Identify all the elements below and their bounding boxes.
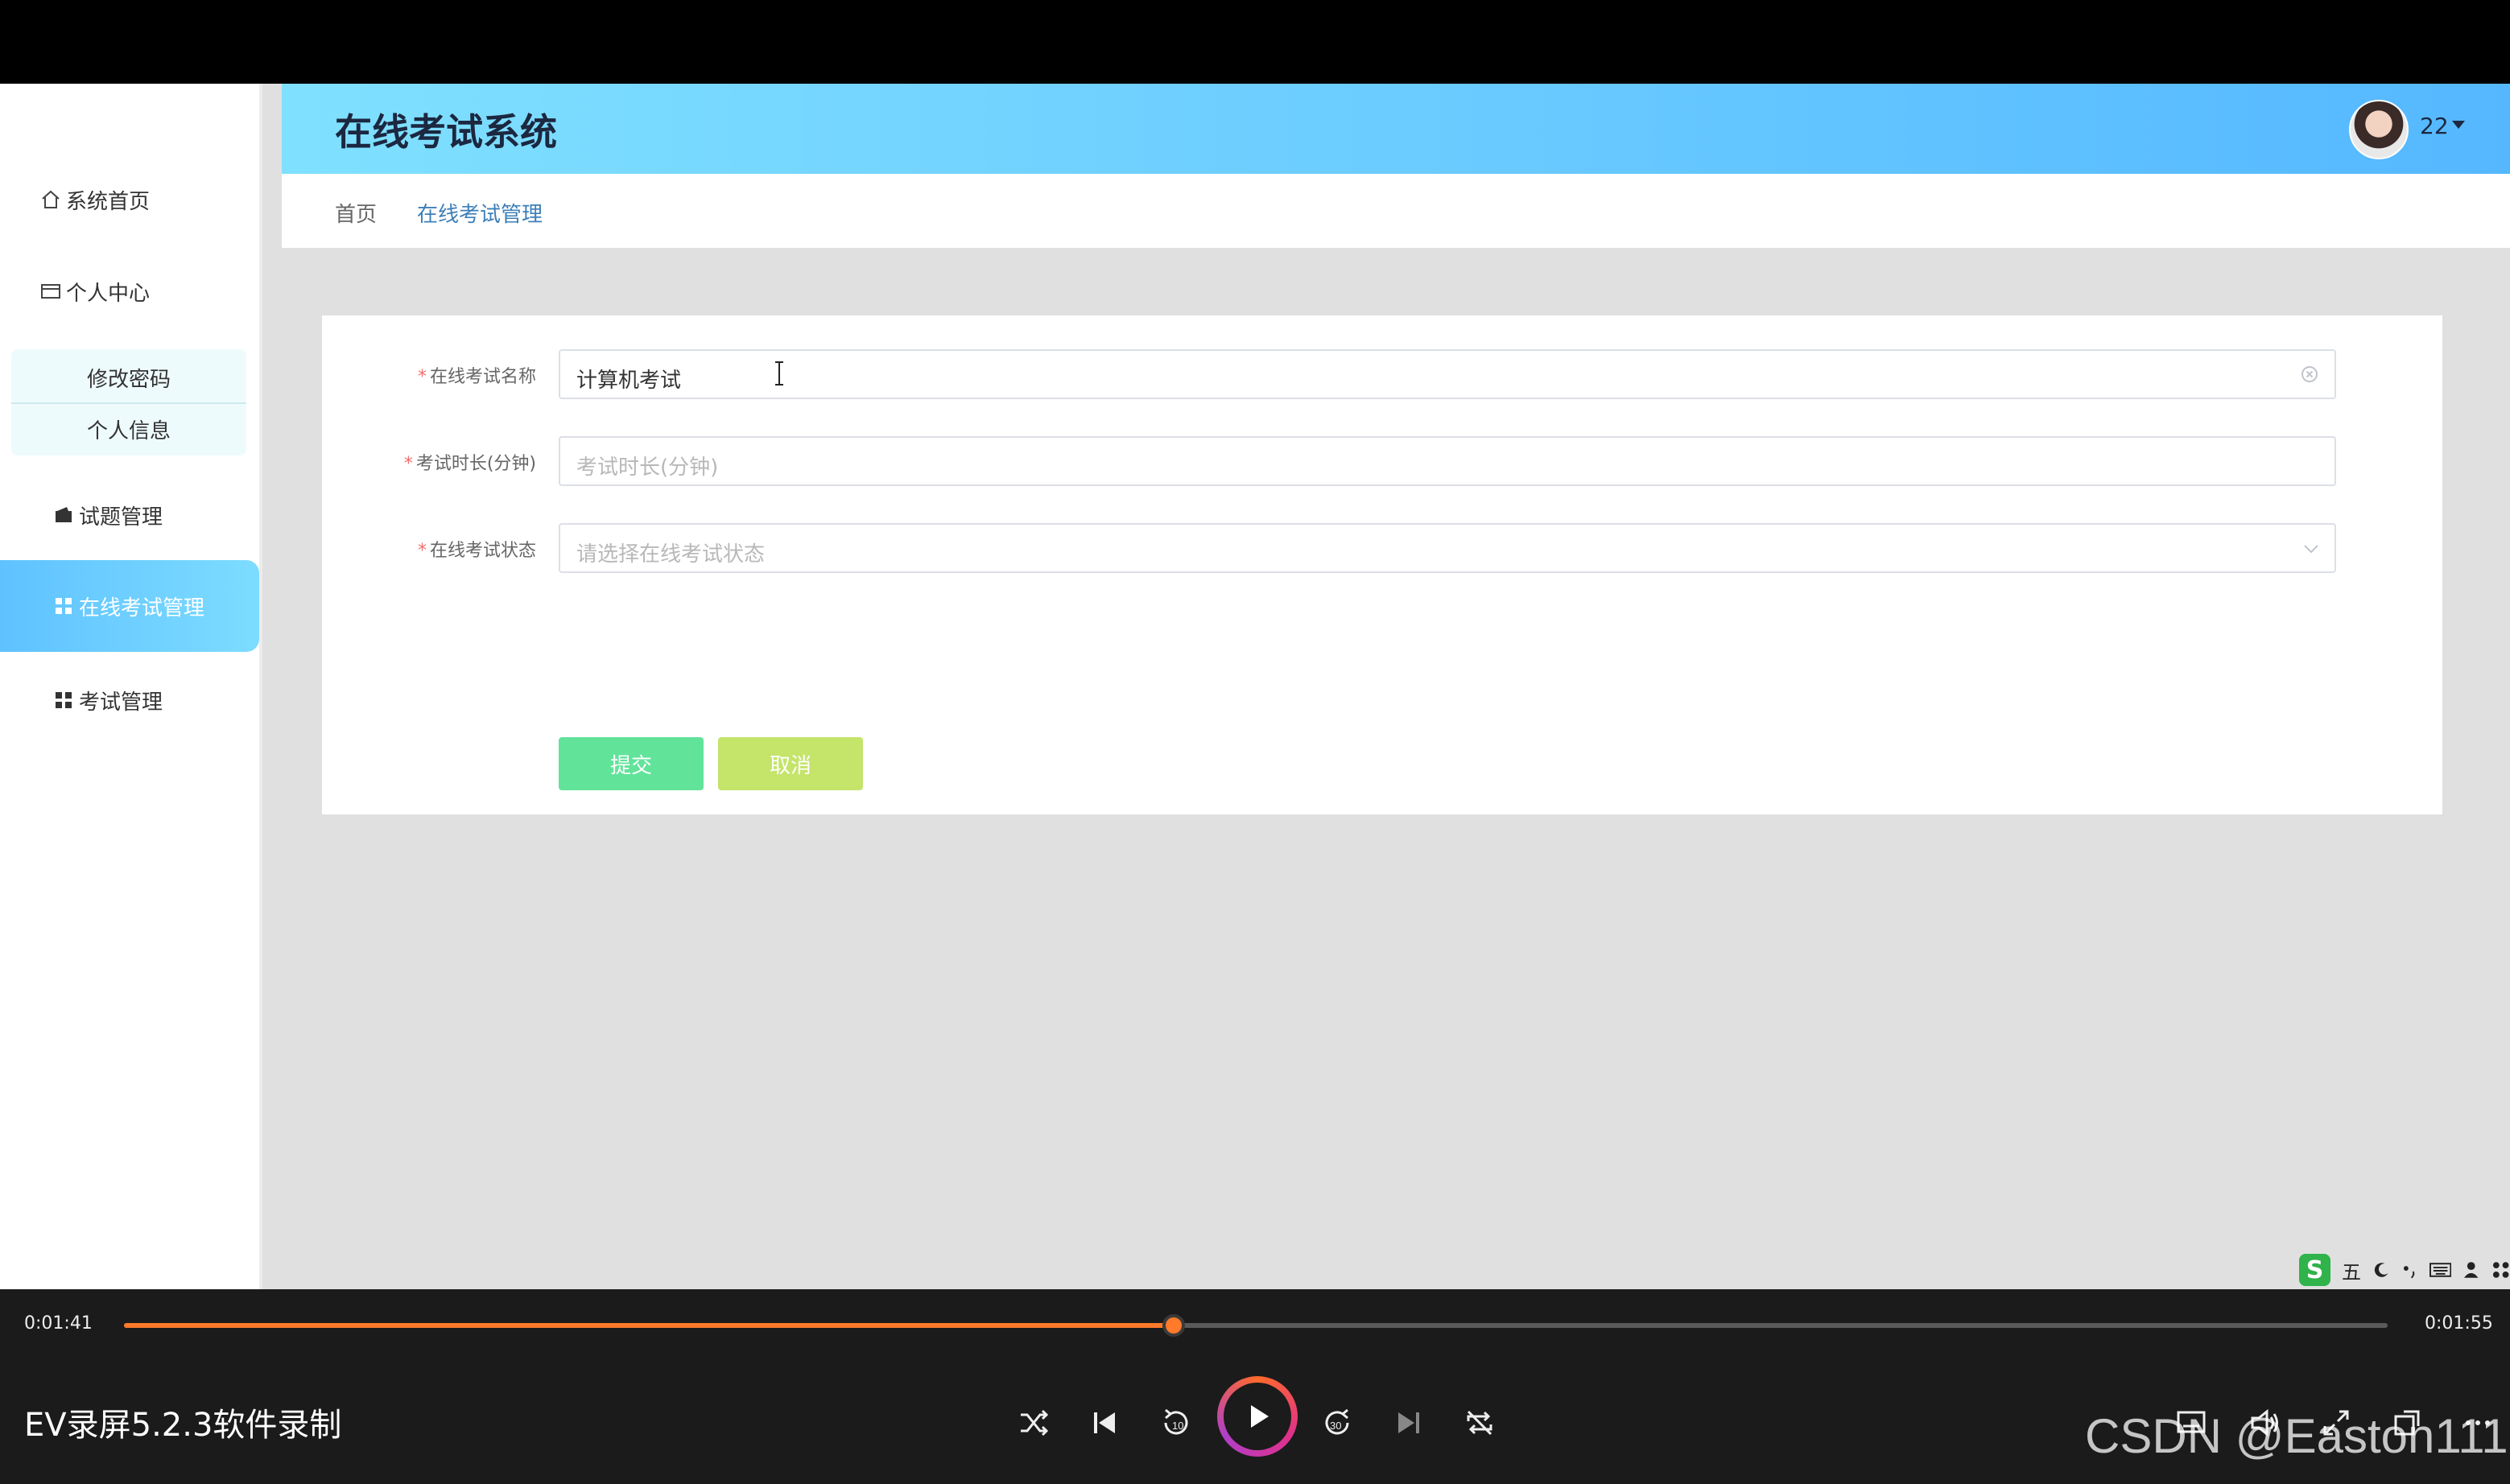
text-cursor-icon (775, 361, 783, 385)
app-title: 在线考试系统 (335, 110, 557, 154)
exam-name-input[interactable]: 计算机考试 (559, 349, 2336, 399)
required-mark: * (403, 454, 413, 474)
sidebar-item-home[interactable]: 系统首页 (0, 167, 259, 232)
moon-icon[interactable] (2372, 1260, 2391, 1280)
personal-center-submenu: 修改密码 个人信息 (11, 349, 246, 456)
sogou-logo[interactable]: S (2299, 1254, 2330, 1286)
app-window: 系统首页 个人中心 修改密码 个人信息 试题管理 在线考试管理 考试管理 在线考… (0, 84, 2510, 1289)
sidebar-item-label: 个人中心 (66, 281, 151, 306)
caret-down-icon[interactable] (2452, 121, 2465, 129)
repeat-off-icon[interactable] (1462, 1405, 1497, 1441)
user-icon[interactable] (2463, 1260, 2479, 1280)
required-mark: * (417, 541, 427, 561)
progress-fill (124, 1323, 1174, 1328)
field-label: * 在线考试状态 (418, 536, 536, 562)
field-label-text: 考试时长(分钟) (415, 454, 536, 474)
sidebar-item-personal-center[interactable]: 个人中心 (0, 259, 259, 324)
sidebar-item-label: 在线考试管理 (79, 596, 205, 620)
svg-text:10: 10 (1172, 1420, 1183, 1432)
punctuation-icon[interactable] (2402, 1260, 2418, 1280)
form-row-exam-name: * 在线考试名称 计算机考试 (322, 349, 2442, 402)
wallet-icon (56, 507, 72, 522)
sidebar: 系统首页 个人中心 修改密码 个人信息 试题管理 在线考试管理 考试管理 (0, 84, 262, 1289)
video-player-controls: 0:01:41 0:01:55 EV录屏5.2.3软件录制 10 30 CSDN… (0, 1289, 2510, 1484)
form-row-duration: * 考试时长(分钟) 考试时长(分钟) (322, 436, 2442, 489)
sidebar-item-label: 考试管理 (79, 690, 163, 715)
video-title: EV录屏5.2.3软件录制 (24, 1407, 342, 1444)
breadcrumb-home[interactable]: 首页 (335, 198, 377, 228)
form-card: * 在线考试名称 计算机考试 * 考试时长(分钟) 考试时长(分钟) * 在线考试状态… (322, 315, 2442, 814)
play-button[interactable] (1217, 1376, 1298, 1457)
previous-icon[interactable] (1087, 1405, 1122, 1441)
form-row-status: * 在线考试状态 请选择在线考试状态 (322, 523, 2442, 576)
submenu-item-profile[interactable]: 个人信息 (11, 404, 246, 454)
grid-icon[interactable] (2491, 1260, 2510, 1280)
submenu-item-change-password[interactable]: 修改密码 (11, 352, 246, 404)
grid-icon (56, 692, 72, 708)
field-label: * 考试时长(分钟) (404, 449, 536, 475)
grid-icon (56, 598, 72, 614)
sidebar-item-label: 系统首页 (66, 189, 151, 214)
next-icon[interactable] (1391, 1405, 1426, 1441)
svg-text:30: 30 (1330, 1420, 1341, 1432)
play-button-inner (1224, 1383, 1291, 1450)
clear-icon[interactable] (2301, 365, 2318, 383)
sidebar-item-exam-management[interactable]: 考试管理 (0, 668, 259, 732)
app-header: 在线考试系统 22 (282, 84, 2510, 174)
ime-mode[interactable]: 五 (2342, 1256, 2361, 1284)
exam-name-value: 计算机考试 (576, 369, 682, 393)
cancel-button[interactable]: 取消 (718, 737, 863, 790)
id-card-icon (41, 284, 60, 299)
play-icon (1251, 1405, 1269, 1428)
forward-30-icon[interactable]: 30 (1320, 1405, 1356, 1441)
field-label: * 在线考试名称 (418, 362, 536, 388)
progress-knob[interactable] (1162, 1314, 1186, 1337)
submit-button[interactable]: 提交 (559, 737, 704, 790)
rewind-10-icon[interactable]: 10 (1158, 1405, 1193, 1441)
top-black-bar (0, 0, 2510, 84)
sidebar-item-label: 试题管理 (79, 505, 163, 530)
chevron-down-icon (2304, 545, 2318, 554)
total-time: 0:01:55 (2425, 1313, 2493, 1334)
breadcrumb-current: 在线考试管理 (417, 203, 543, 227)
field-label-text: 在线考试名称 (429, 367, 536, 387)
progress-track[interactable] (124, 1314, 2388, 1337)
required-mark: * (417, 367, 427, 387)
user-name[interactable]: 22 (2420, 113, 2449, 139)
status-placeholder: 请选择在线考试状态 (576, 542, 766, 567)
sidebar-item-question-management[interactable]: 试题管理 (0, 483, 259, 547)
watermark: CSDN @Easton111 (2085, 1409, 2508, 1463)
duration-placeholder: 考试时长(分钟) (576, 456, 719, 480)
breadcrumb: 首页 在线考试管理 (282, 174, 2510, 248)
field-label-text: 在线考试状态 (429, 541, 536, 561)
sidebar-item-online-exam-management[interactable]: 在线考试管理 (0, 560, 259, 652)
current-time: 0:01:41 (24, 1313, 93, 1334)
duration-input[interactable]: 考试时长(分钟) (559, 436, 2336, 486)
home-icon (42, 190, 60, 208)
status-select[interactable]: 请选择在线考试状态 (559, 523, 2336, 573)
ime-toolbar: S 五 (2299, 1251, 2510, 1289)
avatar[interactable] (2349, 100, 2409, 159)
keyboard-icon[interactable] (2429, 1261, 2452, 1279)
shuffle-icon[interactable] (1016, 1405, 1051, 1441)
